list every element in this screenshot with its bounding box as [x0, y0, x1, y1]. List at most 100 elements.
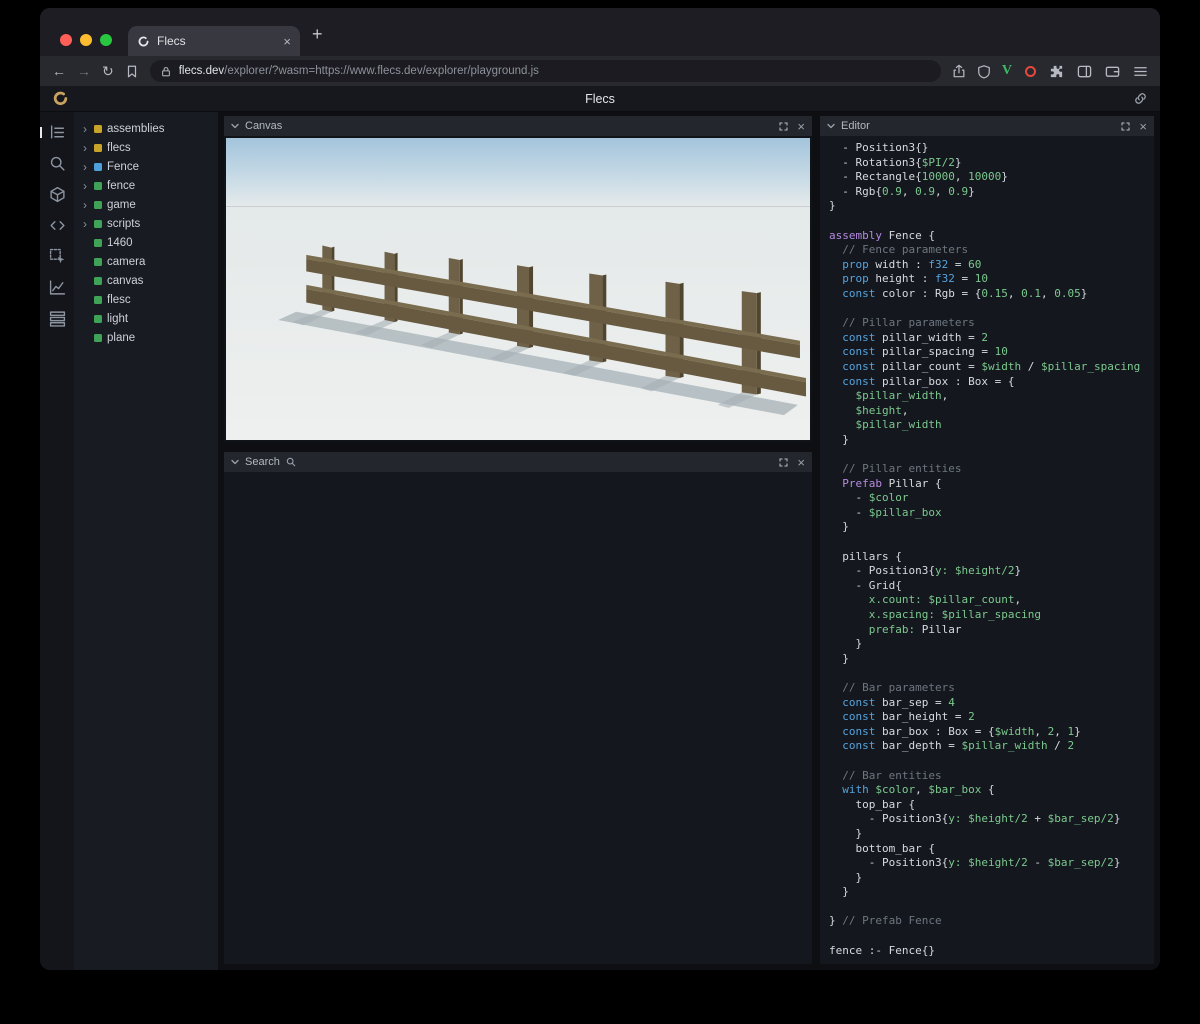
menu-hamburger-icon[interactable] [1133, 64, 1148, 79]
tree-item-light[interactable]: light [74, 309, 218, 328]
chevron-right-icon[interactable]: › [81, 161, 89, 173]
new-tab-button[interactable]: + [312, 25, 323, 43]
tree-item-label: camera [107, 256, 145, 268]
cube-panel-icon[interactable] [49, 186, 66, 203]
shield-icon[interactable] [977, 64, 991, 79]
code-line: // Bar entities [829, 769, 1145, 784]
code-line: - $pillar_box [829, 506, 1145, 521]
rows-panel-icon[interactable] [49, 310, 66, 327]
window-controls [60, 34, 112, 46]
code-line: - Rgb{0.9, 0.9, 0.9} [829, 185, 1145, 200]
tree-panel-icon[interactable] [49, 124, 66, 141]
browser-toolbar: ← → ↻ flecs.dev/explorer/?wasm=https://w… [40, 56, 1160, 86]
sidebar-toggle-icon[interactable] [1077, 64, 1092, 79]
editor-code[interactable]: - Position3{} - Rotation3{$PI/2} - Recta… [820, 136, 1154, 964]
code-line: - Rectangle{10000, 10000} [829, 170, 1145, 185]
code-line [829, 900, 1145, 915]
code-line: - Position3{y: $height/2 - $bar_sep/2} [829, 856, 1145, 871]
tree-item-scripts[interactable]: ›scripts [74, 214, 218, 233]
code-line: } [829, 871, 1145, 886]
page-title: Flecs [40, 92, 1160, 106]
extensions-puzzle-icon[interactable] [1049, 64, 1064, 79]
minimize-window-button[interactable] [80, 34, 92, 46]
browser-tab-flecs[interactable]: Flecs × [128, 26, 300, 56]
share-link-icon[interactable] [1133, 91, 1148, 106]
chevron-down-icon[interactable] [231, 458, 239, 466]
entity-kind-icon [94, 296, 102, 304]
close-icon[interactable]: × [797, 456, 805, 469]
record-icon[interactable] [1025, 66, 1036, 77]
code-line [829, 754, 1145, 769]
expand-icon[interactable] [779, 458, 788, 467]
chevron-right-icon[interactable]: › [81, 199, 89, 211]
code-line: prop height : f32 = 10 [829, 272, 1145, 287]
tree-item-flesc[interactable]: flesc [74, 290, 218, 309]
tab-title: Flecs [157, 34, 276, 48]
bookmark-icon[interactable] [125, 64, 139, 79]
editor-panel-title: Editor [841, 120, 870, 132]
tree-item-1460[interactable]: 1460 [74, 233, 218, 252]
app-main: ›assemblies›flecs›Fence›fence›game›scrip… [40, 112, 1160, 970]
tree-item-canvas[interactable]: canvas [74, 271, 218, 290]
editor-panel: Editor × - Position3{} - Rotation3{$PI/2… [820, 116, 1154, 964]
expand-icon[interactable] [1121, 122, 1130, 131]
share-button[interactable] [952, 63, 966, 79]
chevron-right-icon[interactable]: › [81, 218, 89, 230]
chevron-right-icon[interactable]: › [81, 142, 89, 154]
code-line: const bar_box : Box = {$width, 2, 1} [829, 725, 1145, 740]
chevron-right-icon[interactable]: › [81, 180, 89, 192]
reload-button[interactable]: ↻ [102, 64, 114, 78]
search-panel-icon[interactable] [49, 155, 66, 172]
search-results-area[interactable] [224, 472, 812, 964]
forward-button[interactable]: → [77, 64, 91, 78]
tab-bar: Flecs × + [40, 8, 1160, 56]
tree-item-Fence[interactable]: ›Fence [74, 157, 218, 176]
code-line: fence :- Fence{} [829, 944, 1145, 959]
entity-tree: ›assemblies›flecs›Fence›fence›game›scrip… [74, 112, 218, 970]
url-text: flecs.dev/explorer/?wasm=https://www.fle… [179, 65, 539, 77]
expand-icon[interactable] [779, 122, 788, 131]
address-bar[interactable]: flecs.dev/explorer/?wasm=https://www.fle… [150, 60, 941, 82]
wallet-icon[interactable] [1105, 64, 1120, 79]
search-panel: Search × [224, 452, 812, 964]
code-line: assembly Fence { [829, 229, 1145, 244]
code-line: } [829, 637, 1145, 652]
code-line [829, 302, 1145, 317]
chevron-right-icon[interactable]: › [81, 123, 89, 135]
code-line [829, 447, 1145, 462]
browser-window: Flecs × + ← → ↻ flecs.dev/explorer/?wasm… [40, 8, 1160, 970]
code-line: } [829, 652, 1145, 667]
tab-close-icon[interactable]: × [283, 34, 291, 49]
canvas-body [224, 136, 812, 442]
editor-panel-header: Editor × [820, 116, 1154, 136]
close-icon[interactable]: × [797, 120, 805, 133]
workspace: Canvas × [218, 112, 1160, 970]
tree-item-flecs[interactable]: ›flecs [74, 138, 218, 157]
close-window-button[interactable] [60, 34, 72, 46]
chevron-down-icon[interactable] [231, 122, 239, 130]
code-panel-icon[interactable] [49, 217, 66, 234]
3d-viewport[interactable] [226, 138, 810, 440]
back-button[interactable]: ← [52, 64, 66, 78]
tree-item-plane[interactable]: plane [74, 328, 218, 347]
close-icon[interactable]: × [1139, 120, 1147, 133]
v-extension-icon[interactable]: V [1002, 63, 1012, 79]
code-line: } // Prefab Fence [829, 914, 1145, 929]
tree-item-game[interactable]: › game [74, 195, 218, 214]
tree-item-label: canvas [107, 275, 143, 287]
code-line: Prefab Pillar { [829, 477, 1145, 492]
code-line: const color : Rgb = {0.15, 0.1, 0.05} [829, 287, 1145, 302]
tree-item-camera[interactable]: camera [74, 252, 218, 271]
entity-kind-icon [94, 201, 102, 209]
tree-item-assemblies[interactable]: ›assemblies [74, 119, 218, 138]
tree-item-fence[interactable]: ›fence [74, 176, 218, 195]
chevron-down-icon[interactable] [827, 122, 835, 130]
url-path: /explorer/?wasm=https://www.flecs.dev/ex… [224, 65, 539, 77]
code-line: top_bar { [829, 798, 1145, 813]
chart-panel-icon[interactable] [49, 279, 66, 296]
tree-item-label: game [107, 199, 136, 211]
code-line: const pillar_width = 2 [829, 331, 1145, 346]
inspect-cursor-icon[interactable] [49, 248, 66, 265]
fullscreen-window-button[interactable] [100, 34, 112, 46]
code-line: - Rotation3{$PI/2} [829, 156, 1145, 171]
